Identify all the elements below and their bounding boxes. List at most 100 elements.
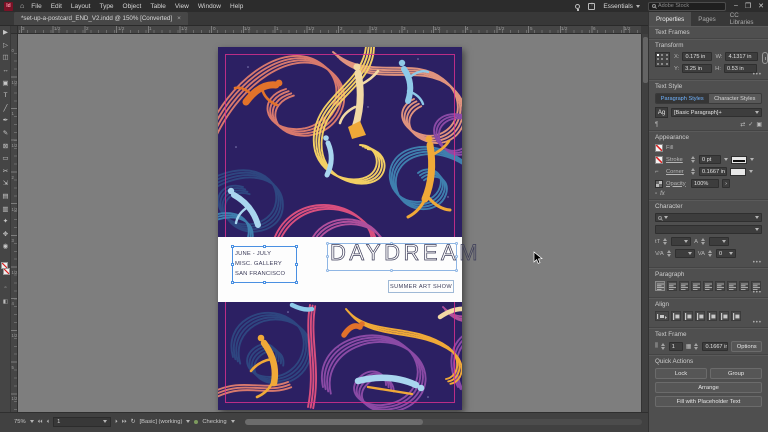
menu-item[interactable]: File [31,3,41,10]
tracking-stepper[interactable] [708,249,713,258]
justify-left[interactable] [691,281,701,291]
towards-spine[interactable] [739,281,749,291]
fill-swatch[interactable] [1,262,8,269]
stroke-color-swatch[interactable] [655,155,663,164]
rectangle-frame-tool[interactable]: ⊠ [0,139,11,152]
search-input[interactable] [657,3,716,9]
align-top-edges[interactable] [707,311,717,321]
font-size-stepper[interactable] [663,237,668,246]
style-panel-icon[interactable]: ▣ [756,121,762,128]
stock-search[interactable] [647,1,726,11]
home-icon[interactable]: ⌂ [20,3,24,10]
arrange-button[interactable]: Arrange [655,382,762,393]
horizontal-scrollbar[interactable] [244,418,642,425]
constrain-proportions-icon[interactable] [762,52,768,64]
menu-item[interactable]: View [175,3,189,10]
fill-color-swatch[interactable] [655,144,663,152]
gradient-feather-tool[interactable]: ▥ [0,202,11,215]
workspace-switcher[interactable]: Essentials [603,3,640,10]
corner-label[interactable]: Corner [666,169,688,175]
restore-button[interactable]: ❐ [745,2,751,10]
page-tool[interactable]: ◫ [0,51,11,64]
color-theme-tool[interactable]: ✦ [0,215,11,228]
gradient-tool[interactable]: ▤ [0,190,11,203]
ruler-origin-box[interactable] [11,26,18,34]
preflight-menu-icon[interactable]: ↻ [131,419,136,425]
zoom-tool[interactable]: ◉ [0,240,11,253]
formatting-affects-button[interactable]: ▫ [1,284,10,292]
preflight-profile[interactable]: [Basic] (working) [140,419,183,425]
character-styles-button[interactable]: Character Styles [708,94,761,103]
font-family-dropdown[interactable] [655,213,762,222]
columns-stepper[interactable] [660,342,666,351]
columns-field[interactable]: 1 [668,342,683,351]
content-collector-tool[interactable]: ▣ [0,76,11,89]
corner-radius-field[interactable]: 0.1667 in [699,167,727,176]
opacity-more-button[interactable]: › [722,179,730,188]
width-field[interactable]: 4.1317 in [725,52,759,61]
subtitle-text-frame[interactable]: SUMMER ART SHOW [388,280,454,293]
menu-item[interactable]: Object [123,3,142,10]
style-override-icon[interactable]: ✓ [748,121,753,128]
gutter-stepper[interactable] [694,342,699,351]
align-center[interactable] [667,281,677,291]
kerning-stepper[interactable] [666,249,672,258]
screen-mode-button[interactable]: ◧ [1,298,10,306]
stroke-weight-stepper[interactable] [691,155,696,164]
opacity-label[interactable]: Opacity [666,181,688,187]
last-page-button[interactable]: ⏵⏵ [122,419,127,425]
prev-page-button[interactable]: ⏴ [47,419,50,425]
drop-shadow-icon[interactable]: ▫ [655,191,657,197]
zoom-dropdown-icon[interactable] [29,420,34,423]
new-paragraph-icon[interactable]: ¶ [655,122,658,128]
transform-more-options[interactable]: ••• [655,72,762,78]
page-number-field[interactable]: 1 [53,416,112,427]
font-size-field[interactable] [671,237,692,246]
font-style-dropdown[interactable] [655,225,762,234]
gutter-field[interactable]: 0.1667 in [702,342,729,351]
lightbulb-icon[interactable] [575,3,581,11]
leading-stepper[interactable] [701,237,706,246]
kerning-field[interactable] [674,249,695,258]
close-button[interactable]: ✕ [758,2,764,10]
pen-tool[interactable]: ✒ [0,114,11,127]
x-position-field[interactable]: 0.175 in [682,52,713,61]
leading-field[interactable] [709,237,730,246]
redefine-style-icon[interactable]: ⇄ [740,121,745,128]
group-button[interactable]: Group [710,368,762,379]
share-icon[interactable] [588,2,596,10]
scissors-tool[interactable]: ✂ [0,165,11,178]
effects-icon[interactable]: fx [660,191,665,197]
horizontal-scroll-thumb[interactable] [244,418,424,425]
postcard-page[interactable]: DAYDREAM JUNE - JULY MISC. GALLERY SAN F… [218,47,478,410]
vertical-scrollbar[interactable] [641,34,648,412]
menu-item[interactable]: Table [150,3,166,10]
stroke-weight-field[interactable]: 0 pt [699,155,721,164]
corner-style-swatch[interactable] [730,167,746,176]
align-h-centers[interactable] [683,311,693,321]
align-bottom-edges[interactable] [731,311,741,321]
menu-item[interactable]: Layout [71,3,91,10]
rectangle-tool[interactable]: ▭ [0,152,11,165]
menu-item[interactable]: Help [230,3,243,10]
tab-close-icon[interactable]: × [177,15,181,22]
preflight-profile-dropdown-icon[interactable] [186,420,191,423]
y-position-field[interactable]: 3.25 in [682,64,713,73]
align-v-centers[interactable] [719,311,729,321]
tracking-field[interactable]: 0 [716,249,737,258]
stroke-style-swatch[interactable] [731,155,747,164]
free-transform-tool[interactable]: ⇲ [0,177,11,190]
opacity-field[interactable]: 100% [691,179,719,188]
selection-tool[interactable]: ▶ [0,26,11,39]
minimize-button[interactable]: – [734,2,738,10]
justify-center[interactable] [703,281,713,291]
type-tool[interactable]: T [0,89,11,102]
stroke-swatch[interactable] [3,268,10,275]
align-to-selector[interactable] [655,311,669,321]
paragraph-styles-button[interactable]: Paragraph Styles [656,94,709,103]
canvas-pasteboard[interactable]: DAYDREAM JUNE - JULY MISC. GALLERY SAN F… [18,34,641,412]
stroke-label[interactable]: Stroke [666,157,688,163]
character-more-options[interactable]: ••• [655,260,762,266]
document-tab[interactable]: *set-up-a-postcard_END_V2.indd @ 150% [C… [14,12,188,25]
fill-stroke-swatches[interactable] [1,262,10,276]
